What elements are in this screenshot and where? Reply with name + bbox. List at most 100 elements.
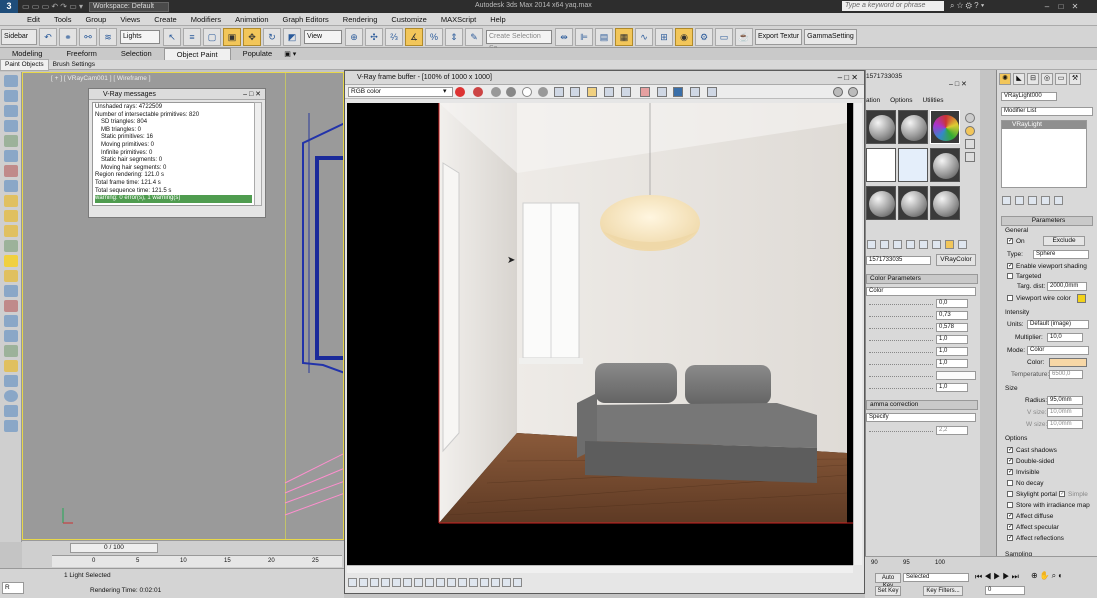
material-slot[interactable] xyxy=(930,186,960,220)
workspace-dropdown[interactable]: Workspace: Default xyxy=(89,1,169,12)
app-logo-icon[interactable]: 3 xyxy=(0,0,18,13)
configure-icon[interactable] xyxy=(1054,196,1063,205)
correction-icon[interactable] xyxy=(458,578,467,587)
region-render-icon[interactable] xyxy=(640,87,650,97)
search-input[interactable]: Type a keyword or phrase xyxy=(842,1,944,11)
window-controls-icon[interactable]: – □ ✕ xyxy=(949,80,967,88)
percent-snap-icon[interactable]: % xyxy=(425,27,443,46)
layer-dropdown[interactable]: Lights xyxy=(120,29,160,44)
vfb-titlebar[interactable]: V-Ray frame buffer - [100% of 1000 x 100… xyxy=(345,71,864,85)
bind-spacewarp-icon[interactable]: ≋ xyxy=(99,27,117,46)
material-slot[interactable] xyxy=(898,110,928,144)
close-icon[interactable]: ✕ xyxy=(1068,1,1082,12)
chevron-down-icon[interactable]: ▾ xyxy=(443,87,447,95)
mated-menu-item[interactable]: ation xyxy=(866,97,880,104)
value-field[interactable]: 1,0 xyxy=(936,335,968,344)
modifier-stack[interactable]: VRayLight xyxy=(1001,120,1087,188)
motion-tab-icon[interactable]: ◎ xyxy=(1041,73,1053,85)
material-type-button[interactable]: VRayColor xyxy=(936,254,976,266)
green-channel-icon[interactable] xyxy=(491,87,501,97)
timeline[interactable]: 0 / 100 0 5 10 15 20 25 xyxy=(22,540,344,568)
layer-manager-icon[interactable]: ▤ xyxy=(595,27,613,46)
assign-icon[interactable] xyxy=(893,240,902,249)
option-checkbox[interactable]: No decay xyxy=(1007,479,1043,488)
go-parent-icon[interactable] xyxy=(958,240,967,249)
temperature-field[interactable]: 6500,0 xyxy=(1049,370,1083,379)
value-field[interactable]: 1,0 xyxy=(936,347,968,356)
gamma-setting-button[interactable]: GammaSetting xyxy=(804,28,857,45)
window-controls-icon[interactable]: – □ ✕ xyxy=(838,71,858,85)
correction-icon[interactable] xyxy=(348,578,357,587)
sidebar-toggle-button[interactable]: Sidebar xyxy=(1,28,37,45)
simple-checkbox[interactable]: ✓ Simple xyxy=(1059,490,1088,499)
time-slider[interactable]: 0 / 100 xyxy=(70,543,158,553)
schematic-icon[interactable]: ⊞ xyxy=(655,27,673,46)
correction-icon[interactable] xyxy=(436,578,445,587)
tool-icon[interactable] xyxy=(4,255,18,267)
command-panel[interactable]: ✺ ◣ ⊟ ◎ ▭ ⚒ VRayLight000 Modifier List V… xyxy=(996,70,1097,570)
option-checkbox[interactable]: Skylight portal xyxy=(1007,490,1057,499)
tool-icon[interactable] xyxy=(4,420,18,432)
menu-edit[interactable]: Edit xyxy=(20,13,47,26)
material-slot[interactable] xyxy=(898,186,928,220)
menu-create[interactable]: Create xyxy=(147,13,184,26)
menu-group[interactable]: Group xyxy=(78,13,113,26)
tool-icon[interactable] xyxy=(4,360,18,372)
menu-views[interactable]: Views xyxy=(113,13,147,26)
menu-modifiers[interactable]: Modifiers xyxy=(184,13,228,26)
tab-freeform[interactable]: Freeform xyxy=(54,48,108,60)
snap-toggle-icon[interactable]: ⅔ xyxy=(385,27,403,46)
option-checkbox[interactable]: ✓ Affect diffuse xyxy=(1007,512,1053,521)
correction-icon[interactable] xyxy=(381,578,390,587)
menu-graph-editors[interactable]: Graph Editors xyxy=(276,13,336,26)
maximize-icon[interactable]: □ xyxy=(1054,1,1068,12)
gamma-mode-dropdown[interactable]: Specify xyxy=(866,413,976,422)
menu-rendering[interactable]: Rendering xyxy=(336,13,385,26)
render-icon[interactable]: ☕ xyxy=(735,27,753,46)
align-icon[interactable]: ⊫ xyxy=(575,27,593,46)
auto-key-button[interactable]: Auto Key xyxy=(875,573,901,589)
select-object-icon[interactable]: ↖ xyxy=(163,27,181,46)
utilities-tab-icon[interactable]: ⚒ xyxy=(1069,73,1081,85)
value-field[interactable]: 0,73 xyxy=(936,311,968,320)
tool-icon[interactable] xyxy=(4,240,18,252)
modifier-list-dropdown[interactable]: Modifier List xyxy=(1001,107,1093,116)
menu-customize[interactable]: Customize xyxy=(384,13,433,26)
unique-icon[interactable] xyxy=(932,240,941,249)
render-last-icon[interactable] xyxy=(657,87,667,97)
tool-icon[interactable] xyxy=(4,285,18,297)
color-params-rollout[interactable]: Color Parameters xyxy=(866,274,978,284)
exclude-button[interactable]: Exclude xyxy=(1043,236,1085,246)
track-mouse-icon[interactable] xyxy=(621,87,631,97)
correction-icon[interactable] xyxy=(359,578,368,587)
show-map-icon[interactable] xyxy=(945,240,954,249)
correction-icon[interactable] xyxy=(491,578,500,587)
targ-dist-field[interactable]: 2000,0mm xyxy=(1047,282,1087,291)
subtab-brush-settings[interactable]: Brush Settings xyxy=(49,60,99,70)
option-checkbox[interactable]: ✓ Affect specular xyxy=(1007,523,1059,532)
object-name-field[interactable]: VRayLight000 xyxy=(1001,92,1057,101)
tool-icon[interactable] xyxy=(4,135,18,147)
tool-icon[interactable] xyxy=(4,120,18,132)
radius-field[interactable]: 95,0mm xyxy=(1047,396,1083,405)
correction-icon[interactable] xyxy=(480,578,489,587)
sample-type-icons[interactable] xyxy=(963,110,977,220)
copy-icon[interactable] xyxy=(570,87,580,97)
vray-messages-scrollbar[interactable] xyxy=(254,102,262,206)
vfb-horizontal-scrollbar[interactable] xyxy=(347,565,853,573)
option-checkbox[interactable]: ✓ Cast shadows xyxy=(1007,446,1057,455)
tool-icon[interactable] xyxy=(4,90,18,102)
wire-color-swatch[interactable] xyxy=(1077,294,1086,303)
correction-icon[interactable] xyxy=(502,578,511,587)
move-icon[interactable]: ✥ xyxy=(243,27,261,46)
vray-messages-window[interactable]: V-Ray messages – □ ✕ Unshaded rays: 4722… xyxy=(88,88,266,218)
render-teapot-icon[interactable] xyxy=(848,87,858,97)
mated-menu-item[interactable]: Options xyxy=(890,97,912,104)
option-checkbox[interactable]: Store with irradiance map xyxy=(1007,501,1090,510)
wire-color-checkbox[interactable]: Viewport wire color xyxy=(1007,294,1071,303)
clear-icon[interactable] xyxy=(587,87,597,97)
gamma-value-field[interactable]: 2,2 xyxy=(936,426,968,435)
tool-icon[interactable] xyxy=(4,195,18,207)
blue-channel-icon[interactable] xyxy=(506,87,516,97)
value-field[interactable]: 1,0 xyxy=(936,359,968,368)
